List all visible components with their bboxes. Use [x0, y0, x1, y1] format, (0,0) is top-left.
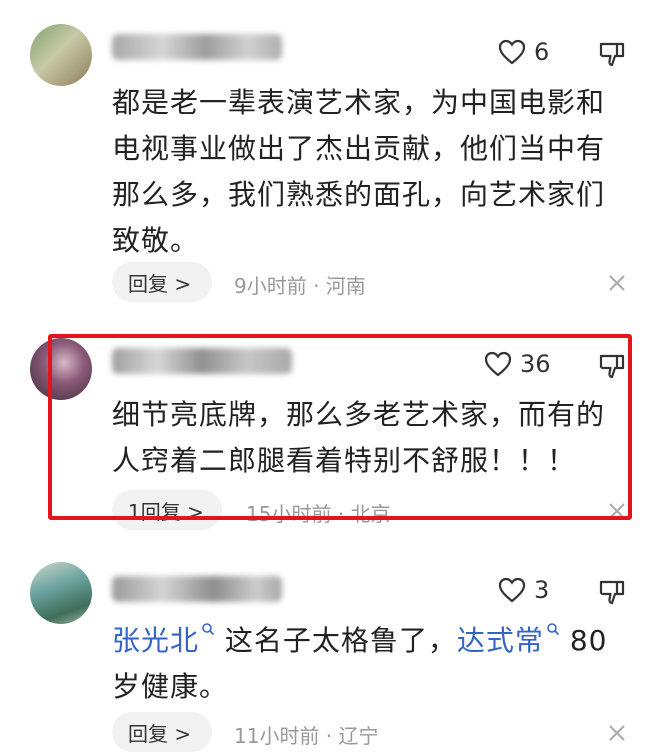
search-icon[interactable]: [546, 622, 560, 636]
mention-link[interactable]: 达式常: [457, 624, 544, 657]
reply-button[interactable]: 回复 >: [112, 262, 212, 302]
avatar[interactable]: [30, 562, 92, 624]
search-icon[interactable]: [201, 622, 215, 636]
close-icon[interactable]: [608, 724, 626, 742]
comment-text-part: 这名子太格鲁了，: [215, 624, 457, 657]
like-button[interactable]: 6: [498, 38, 549, 66]
comment-text: 都是老一辈表演艺术家，为中国电影和电视事业做出了杰出贡献，他们当中有那么多，我们…: [112, 86, 606, 257]
heart-outline-icon: [498, 577, 526, 603]
like-button[interactable]: 3: [498, 576, 549, 604]
thumbs-down-icon[interactable]: [598, 578, 626, 606]
like-count: 3: [534, 576, 550, 604]
thumbs-down-icon[interactable]: [598, 40, 626, 68]
highlight-box: [48, 334, 632, 520]
like-count: 6: [534, 38, 550, 66]
comment-text: 张光北 这名子太格鲁了，达式常 80岁健康。: [112, 618, 632, 710]
close-icon[interactable]: [608, 274, 626, 292]
comment-meta: 11小时前 · 辽宁: [234, 724, 379, 748]
mention-link[interactable]: 张光北: [112, 624, 199, 657]
comment-3: 3 张光北 这名子太格鲁了，达式常 80岁健康。 回复 > 11小时前 · 辽宁: [0, 540, 660, 752]
username-blurred[interactable]: [112, 576, 282, 602]
comment-meta: 9小时前 · 河南: [234, 274, 366, 298]
heart-outline-icon: [498, 39, 526, 65]
username-blurred[interactable]: [112, 34, 282, 60]
avatar[interactable]: [30, 24, 92, 86]
reply-button[interactable]: 回复 >: [112, 712, 212, 752]
comment-1: 6 都是老一辈表演艺术家，为中国电影和电视事业做出了杰出贡献，他们当中有那么多，…: [0, 0, 660, 320]
